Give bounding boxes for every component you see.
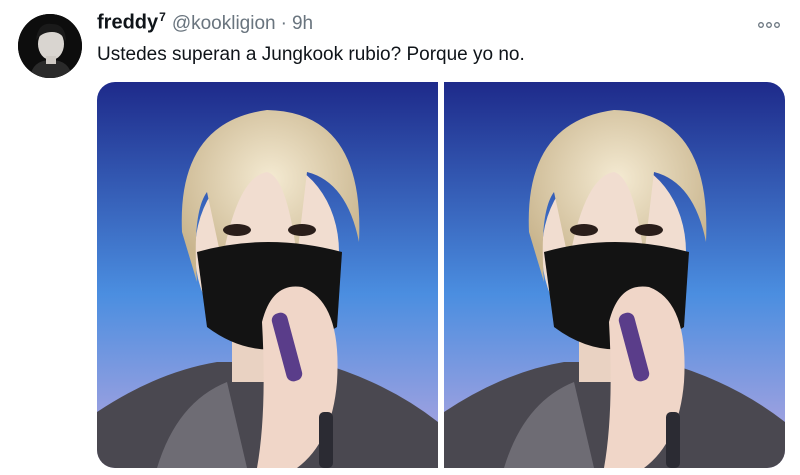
tweet-header: freddy7 @kookligion · 9h [97, 10, 313, 40]
user-handle[interactable]: @kookligion [172, 13, 276, 35]
name-badge: 7 [159, 10, 166, 24]
separator-dot: · [280, 12, 287, 34]
photo-right[interactable] [444, 82, 785, 468]
photo-image [444, 82, 785, 468]
photo-left[interactable] [97, 82, 438, 468]
avatar[interactable] [18, 14, 82, 78]
media-grid [97, 82, 785, 468]
display-name[interactable]: freddy7 [97, 10, 166, 35]
avatar-image [18, 14, 82, 78]
photo-image [97, 82, 438, 468]
tweet-card: freddy7 @kookligion · 9h Ustedes superan… [0, 0, 800, 475]
more-button[interactable] [752, 12, 786, 38]
tweet-text: Ustedes superan a Jungkook rubio? Porque… [97, 44, 525, 65]
timestamp[interactable]: 9h [292, 13, 313, 35]
more-horizontal-icon [758, 22, 780, 28]
